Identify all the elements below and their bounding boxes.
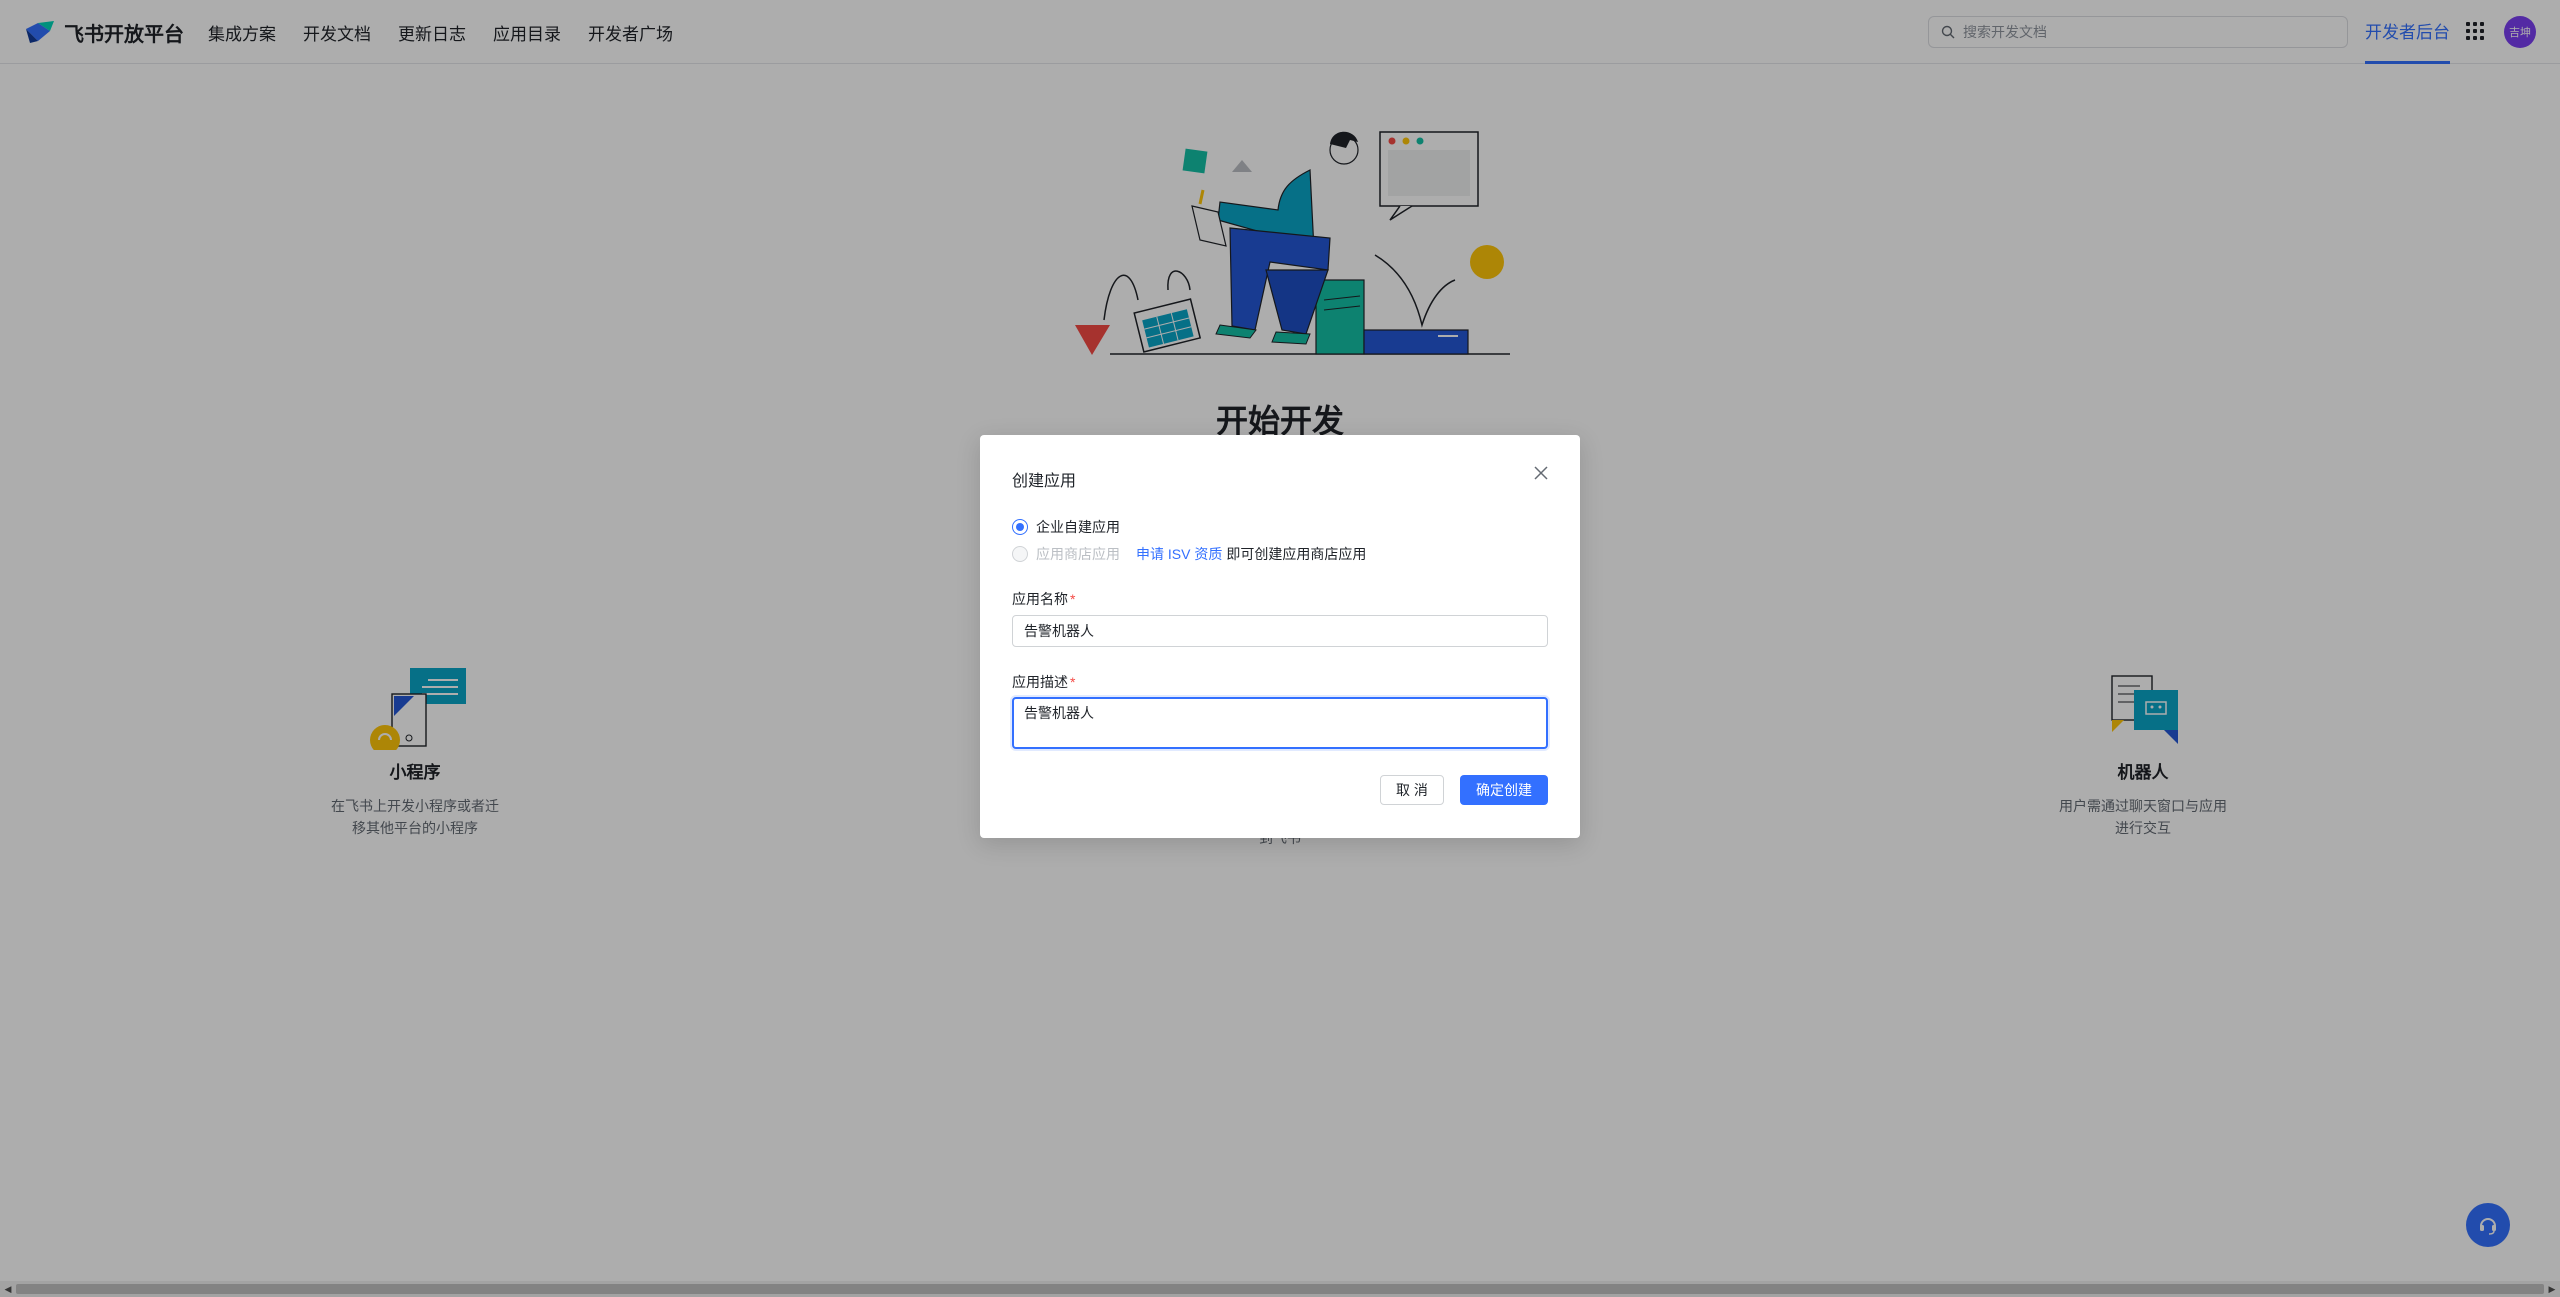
required-mark: * (1070, 674, 1076, 690)
radio-enterprise-label: 企业自建应用 (1036, 519, 1120, 535)
radio-store-option: 应用商店应用 申请 ISV 资质 即可创建应用商店应用 (1012, 544, 1366, 564)
cancel-button[interactable]: 取 消 (1380, 775, 1444, 805)
radio-enterprise-option[interactable]: 企业自建应用 (1012, 517, 1120, 537)
close-icon[interactable] (1530, 462, 1552, 484)
app-name-input[interactable] (1012, 615, 1548, 647)
confirm-create-button[interactable]: 确定创建 (1460, 775, 1548, 805)
radio-store-label: 应用商店应用 (1036, 546, 1120, 562)
radio-store (1012, 546, 1028, 562)
create-app-dialog: 创建应用 企业自建应用 应用商店应用 申请 ISV 资质 即可创建应用商店应用 … (980, 435, 1580, 838)
required-mark: * (1070, 591, 1076, 607)
app-description-label: 应用描述 * (1012, 674, 1076, 690)
app-name-label: 应用名称 * (1012, 591, 1076, 607)
radio-enterprise[interactable] (1012, 519, 1028, 535)
dialog-title: 创建应用 (1012, 473, 1077, 490)
app-description-input[interactable]: 告警机器人 (1012, 697, 1548, 749)
apply-isv-hint: 即可创建应用商店应用 (1226, 546, 1367, 562)
apply-isv-link[interactable]: 申请 ISV 资质 (1136, 544, 1222, 564)
